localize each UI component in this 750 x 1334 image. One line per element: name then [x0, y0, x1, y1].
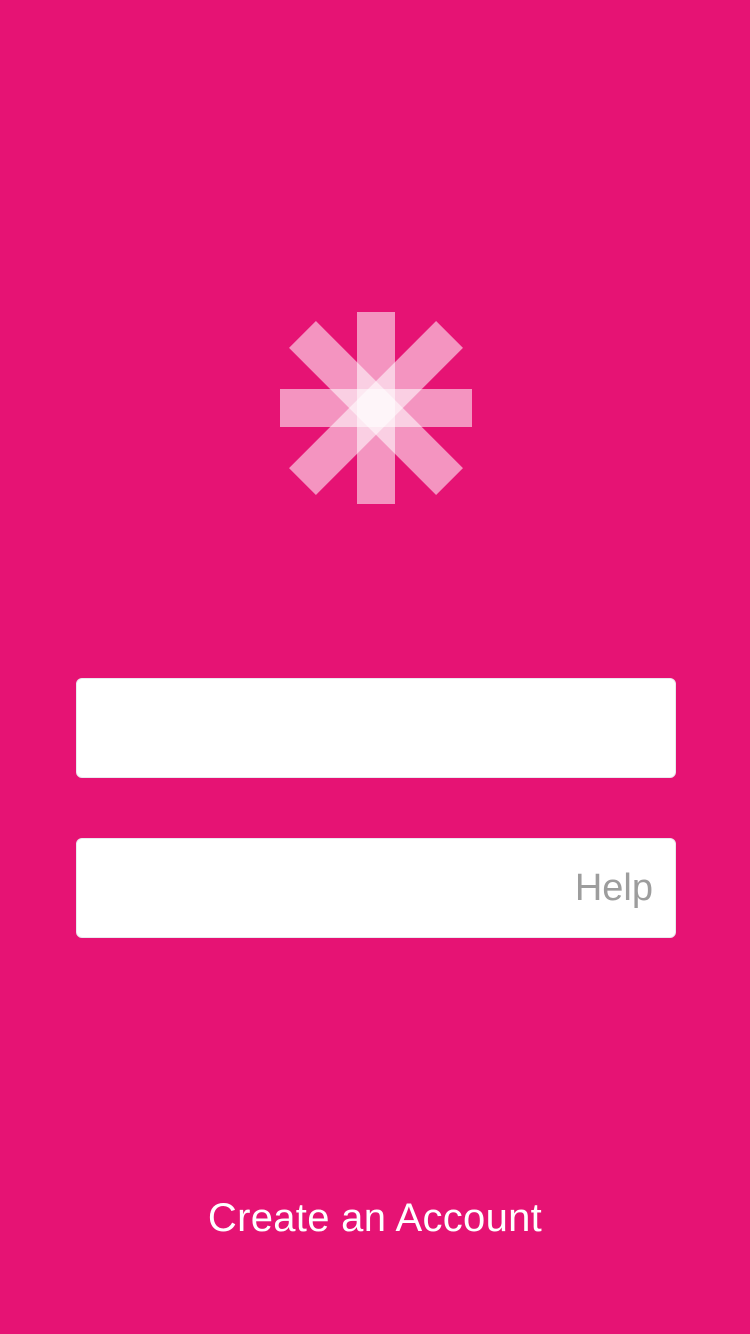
username-input[interactable] — [77, 679, 541, 777]
username-field[interactable] — [76, 678, 676, 778]
help-link[interactable]: Help — [575, 839, 653, 937]
asterisk-icon — [280, 312, 472, 504]
create-account-link[interactable]: Create an Account — [0, 1196, 750, 1241]
password-input[interactable] — [77, 839, 541, 937]
password-field[interactable]: Help — [76, 838, 676, 938]
